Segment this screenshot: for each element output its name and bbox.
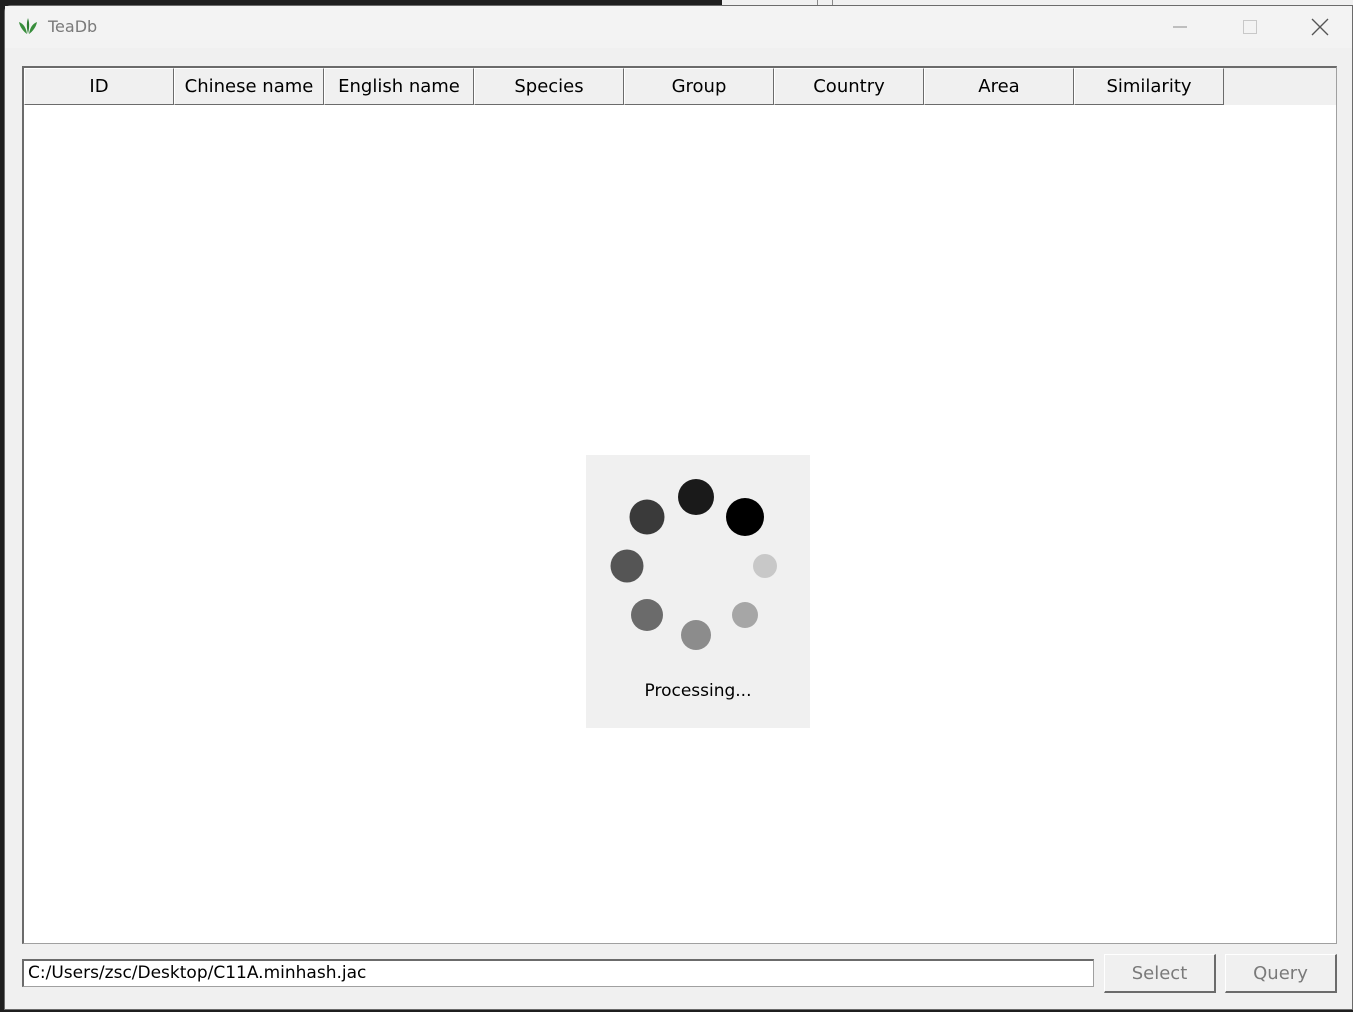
app-window: TeaDb ID Chinese name English name Speci… [4, 5, 1353, 1010]
spinner-dot [726, 498, 764, 536]
select-button[interactable]: Select [1104, 954, 1216, 993]
column-header-similarity[interactable]: Similarity [1074, 68, 1224, 105]
window-title: TeaDb [48, 17, 98, 36]
close-button[interactable] [1285, 6, 1353, 48]
spinner-dot [753, 554, 777, 578]
column-header-group[interactable]: Group [624, 68, 774, 105]
column-header-id[interactable]: ID [24, 68, 174, 105]
spinner-dot [631, 599, 663, 631]
column-header-country[interactable]: Country [774, 68, 924, 105]
maximize-icon [1243, 20, 1257, 34]
maximize-button[interactable] [1215, 6, 1285, 48]
table-header-filler [1224, 68, 1336, 105]
processing-label: Processing... [644, 681, 752, 701]
spinner-dot [681, 620, 711, 650]
spinner-dot [629, 499, 665, 535]
query-button[interactable]: Query [1225, 954, 1337, 993]
spinner-dot [610, 549, 644, 583]
close-icon [1311, 18, 1329, 36]
spinner-dot [732, 602, 758, 628]
title-bar[interactable]: TeaDb [5, 6, 1352, 48]
loading-overlay: Processing... [586, 455, 810, 728]
column-header-species[interactable]: Species [474, 68, 624, 105]
spinner-dot [678, 479, 714, 515]
tea-leaf-icon [19, 18, 37, 34]
column-header-english-name[interactable]: English name [324, 68, 474, 105]
results-table[interactable]: ID Chinese name English name Species Gro… [22, 66, 1337, 944]
column-header-area[interactable]: Area [924, 68, 1074, 105]
file-path-input[interactable]: C:/Users/zsc/Desktop/C11A.minhash.jac [22, 959, 1094, 987]
table-header-row: ID Chinese name English name Species Gro… [24, 68, 1336, 105]
minimize-button[interactable] [1145, 6, 1215, 48]
column-header-chinese-name[interactable]: Chinese name [174, 68, 324, 105]
loading-spinner-icon [610, 479, 777, 650]
minimize-icon [1173, 26, 1187, 28]
